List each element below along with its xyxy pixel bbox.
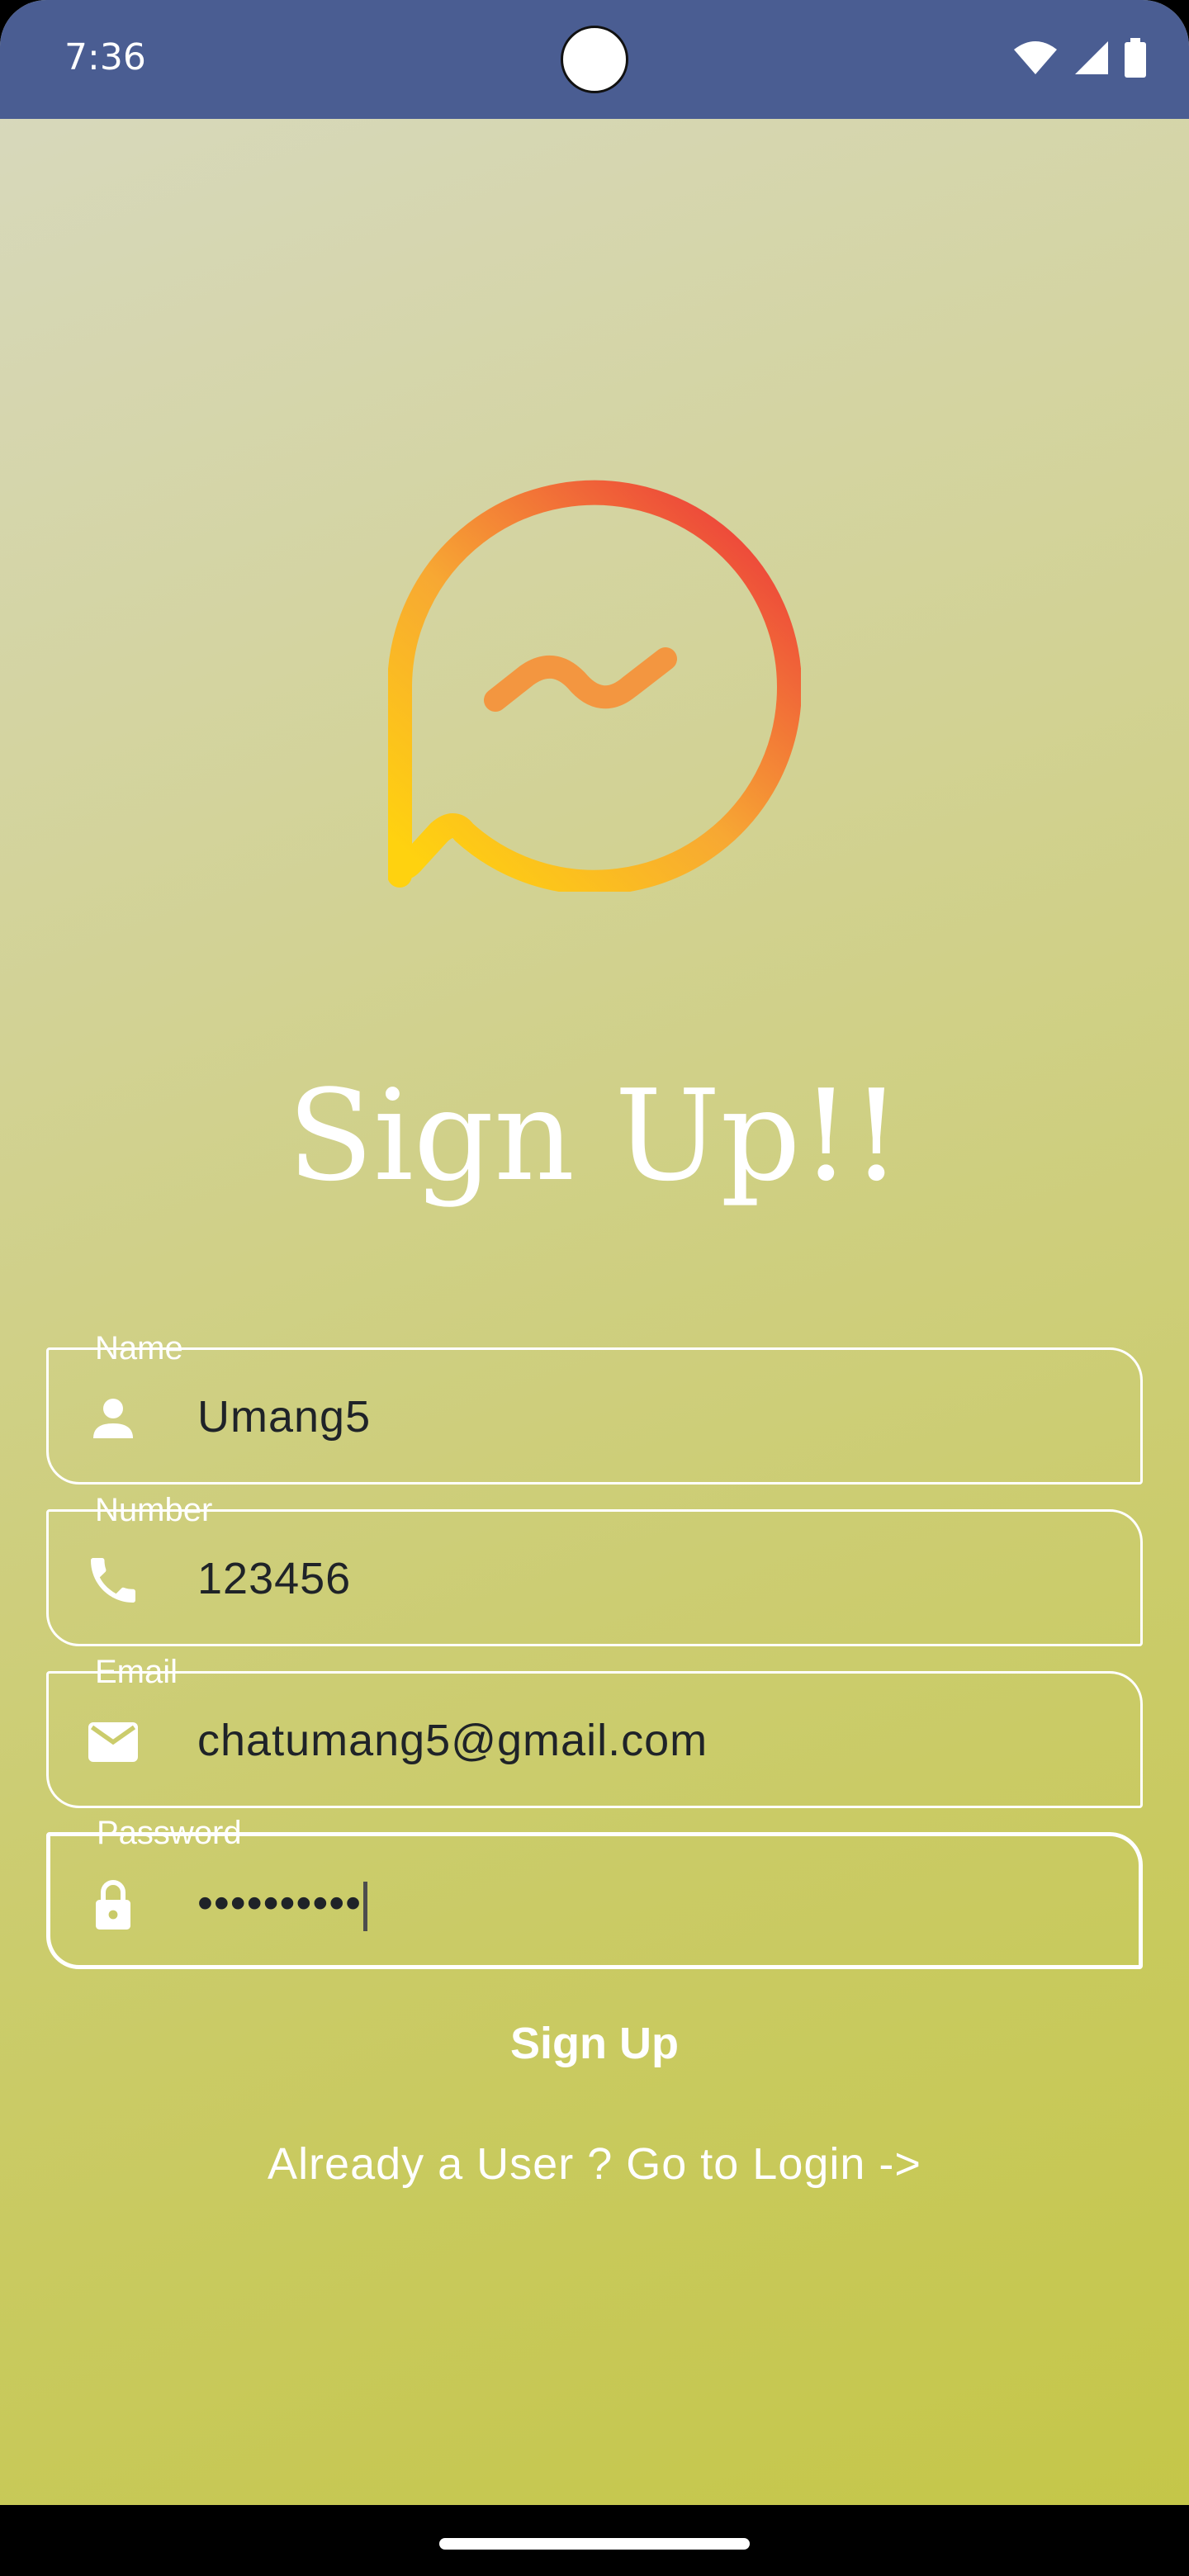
home-gesture-handle[interactable] [439,2538,750,2550]
chat-bubble-logo [388,480,801,892]
name-field[interactable]: Name Umang5 [46,1330,1143,1485]
camera-cutout [561,26,628,93]
password-input[interactable]: •••••••••• [197,1876,368,1931]
name-input[interactable]: Umang5 [197,1390,371,1444]
password-field[interactable]: Password •••••••••• [46,1815,1143,1969]
number-input[interactable]: 123456 [197,1551,351,1606]
email-field[interactable]: Email chatumang5@gmail.com [46,1654,1143,1808]
app-screen: 7:36 Sign Up!! Name Umang5 Number 123456… [0,0,1189,2576]
navigation-bar [0,2505,1189,2576]
phone-icon [91,1558,135,1603]
password-masked-value: •••••••••• [197,1878,362,1928]
status-icons [1012,36,1146,79]
status-time: 7:36 [64,36,146,78]
person-icon [93,1399,133,1438]
email-input[interactable]: chatumang5@gmail.com [197,1713,708,1768]
email-field-label: Email [95,1654,178,1690]
number-field[interactable]: Number 123456 [46,1492,1143,1646]
text-caret [363,1881,368,1931]
signal-icon [1075,41,1108,74]
login-link[interactable]: Already a User ? Go to Login -> [0,2138,1189,2190]
name-field-label: Name [95,1330,183,1366]
sign-up-button[interactable]: Sign Up [429,2006,760,2081]
lock-icon [96,1880,130,1930]
number-field-label: Number [95,1492,213,1528]
battery-icon [1125,38,1146,78]
page-title: Sign Up!! [287,1063,902,1209]
wifi-icon [1014,41,1057,74]
mail-icon [88,1722,138,1762]
status-bar: 7:36 [0,0,1189,119]
password-field-label: Password [97,1815,242,1851]
